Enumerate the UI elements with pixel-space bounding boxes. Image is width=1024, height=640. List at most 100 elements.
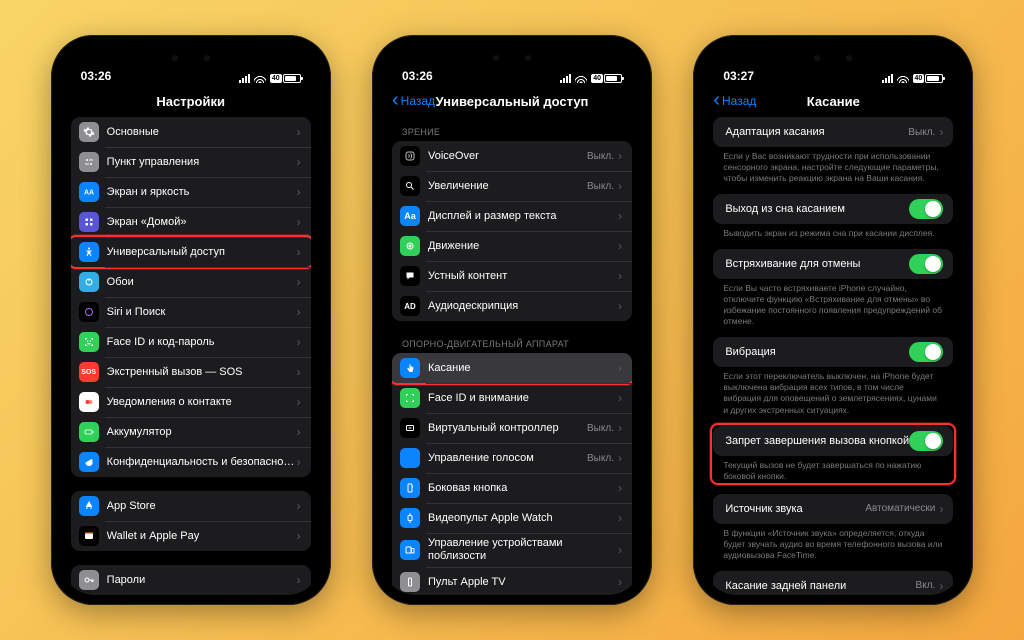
section-header-vision: ЗРЕНИЕ xyxy=(392,117,632,141)
chevron-right-icon xyxy=(618,451,622,465)
faceid-icon xyxy=(400,388,420,408)
row-wallpaper[interactable]: Обои xyxy=(71,267,311,297)
row-label: Управление устройствами поблизости xyxy=(428,537,618,562)
row-accessibility[interactable]: Универсальный доступ xyxy=(71,237,311,267)
back-button[interactable]: Назад xyxy=(392,94,435,108)
row-label: Уведомления о контакте xyxy=(107,396,297,408)
chevron-right-icon xyxy=(618,149,622,163)
toggle-on[interactable] xyxy=(909,342,943,362)
dynamic-island xyxy=(150,47,232,69)
chevron-right-icon xyxy=(297,425,301,439)
row-vibration[interactable]: Вибрация xyxy=(713,337,953,367)
row-label: Пункт управления xyxy=(107,156,297,168)
row-nearby-devices[interactable]: Управление устройствами поблизости xyxy=(392,533,632,567)
row-prevent-lock-end-call[interactable]: Запрет завершения вызова кнопкой xyxy=(713,426,953,456)
row-voice-control[interactable]: Управление голосом Выкл. xyxy=(392,443,632,473)
row-zoom[interactable]: Увеличение Выкл. xyxy=(392,171,632,201)
row-spoken[interactable]: Устный контент xyxy=(392,261,632,291)
row-detail: Выкл. xyxy=(587,453,614,464)
chevron-right-icon xyxy=(618,299,622,313)
row-label: Вибрация xyxy=(725,346,909,358)
row-detail: Вкл. xyxy=(916,580,936,591)
phone-mockup-1: 03:26 40 Настройки Основные xyxy=(51,35,331,605)
row-side-button[interactable]: Боковая кнопка xyxy=(392,473,632,503)
row-sos[interactable]: SOS Экстренный вызов — SOS xyxy=(71,357,311,387)
row-label: Универсальный доступ xyxy=(107,246,297,258)
row-label: Основные xyxy=(107,126,297,138)
row-display-text[interactable]: Aa Дисплей и размер текста xyxy=(392,201,632,231)
row-privacy[interactable]: Конфиденциальность и безопасность xyxy=(71,447,311,477)
chevron-right-icon xyxy=(618,511,622,525)
row-back-tap[interactable]: Касание задней панели Вкл. xyxy=(713,571,953,595)
row-label: Видеопульт Apple Watch xyxy=(428,512,618,524)
row-label: Касание xyxy=(428,362,618,374)
toggle-on[interactable] xyxy=(909,199,943,219)
row-label: Обои xyxy=(107,276,297,288)
devices-icon xyxy=(400,540,420,560)
chevron-right-icon xyxy=(297,335,301,349)
row-call-audio-routing[interactable]: Источник звука Автоматически xyxy=(713,494,953,524)
nav-bar: Настройки xyxy=(61,85,321,117)
row-battery[interactable]: Аккумулятор xyxy=(71,417,311,447)
row-apple-tv[interactable]: Пульт Apple TV xyxy=(392,567,632,595)
chevron-right-icon xyxy=(297,245,301,259)
row-exposure[interactable]: Уведомления о контакте xyxy=(71,387,311,417)
row-siri[interactable]: Siri и Поиск xyxy=(71,297,311,327)
chevron-right-icon xyxy=(618,391,622,405)
zoom-icon xyxy=(400,176,420,196)
row-display[interactable]: AA Экран и яркость xyxy=(71,177,311,207)
footer-text: Выводить экран из режима сна при касании… xyxy=(713,224,953,239)
signal-icon xyxy=(239,74,250,83)
voice-control-icon xyxy=(400,448,420,468)
wallet-icon xyxy=(79,526,99,546)
toggle-on[interactable] xyxy=(909,431,943,451)
chevron-right-icon xyxy=(618,543,622,557)
chevron-right-icon xyxy=(297,125,301,139)
chevron-right-icon xyxy=(939,125,943,139)
chevron-right-icon xyxy=(618,269,622,283)
watch-icon xyxy=(400,508,420,528)
footer-text: В функции «Источник звука» определяется,… xyxy=(713,524,953,561)
wallpaper-icon xyxy=(79,272,99,292)
page-title: Касание xyxy=(807,94,860,109)
row-appstore[interactable]: App Store xyxy=(71,491,311,521)
phone-mockup-2: 03:26 40 Назад Универсальный доступ ЗРЕН… xyxy=(372,35,652,605)
row-label: Запрет завершения вызова кнопкой xyxy=(725,435,909,447)
faceid-icon xyxy=(79,332,99,352)
voiceover-icon xyxy=(400,146,420,166)
status-time: 03:27 xyxy=(723,69,754,83)
row-label: Face ID и внимание xyxy=(428,392,618,404)
chevron-right-icon xyxy=(297,305,301,319)
back-button[interactable]: Назад xyxy=(713,94,756,108)
row-faceid[interactable]: Face ID и код-пароль xyxy=(71,327,311,357)
row-watch-remote[interactable]: Видеопульт Apple Watch xyxy=(392,503,632,533)
row-audiodesc[interactable]: AD Аудиодескрипция xyxy=(392,291,632,321)
dynamic-island xyxy=(792,47,874,69)
row-touch-accommodations[interactable]: Адаптация касания Выкл. xyxy=(713,117,953,147)
row-label: Движение xyxy=(428,240,618,252)
row-home-screen[interactable]: Экран «Домой» xyxy=(71,207,311,237)
row-label: Siri и Поиск xyxy=(107,306,297,318)
row-label: Wallet и Apple Pay xyxy=(107,530,297,542)
row-switch-control[interactable]: Виртуальный контроллер Выкл. xyxy=(392,413,632,443)
row-general[interactable]: Основные xyxy=(71,117,311,147)
row-faceid-attention[interactable]: Face ID и внимание xyxy=(392,383,632,413)
row-wallet[interactable]: Wallet и Apple Pay xyxy=(71,521,311,551)
dynamic-island xyxy=(471,47,553,69)
battery-icon xyxy=(79,422,99,442)
row-passwords[interactable]: Пароли xyxy=(71,565,311,595)
row-touch[interactable]: Касание xyxy=(392,353,632,383)
chevron-right-icon xyxy=(618,575,622,589)
chevron-right-icon xyxy=(618,179,622,193)
wifi-icon xyxy=(897,74,909,83)
row-motion[interactable]: Движение xyxy=(392,231,632,261)
row-shake-to-undo[interactable]: Встряхивание для отмены xyxy=(713,249,953,279)
chevron-right-icon xyxy=(297,365,301,379)
footer-text: Если этот переключатель выключен, на iPh… xyxy=(713,367,953,415)
row-voiceover[interactable]: VoiceOver Выкл. xyxy=(392,141,632,171)
row-label: Встряхивание для отмены xyxy=(725,258,909,270)
chevron-right-icon xyxy=(297,155,301,169)
row-control-center[interactable]: Пункт управления xyxy=(71,147,311,177)
row-tap-to-wake[interactable]: Выход из сна касанием xyxy=(713,194,953,224)
toggle-on[interactable] xyxy=(909,254,943,274)
